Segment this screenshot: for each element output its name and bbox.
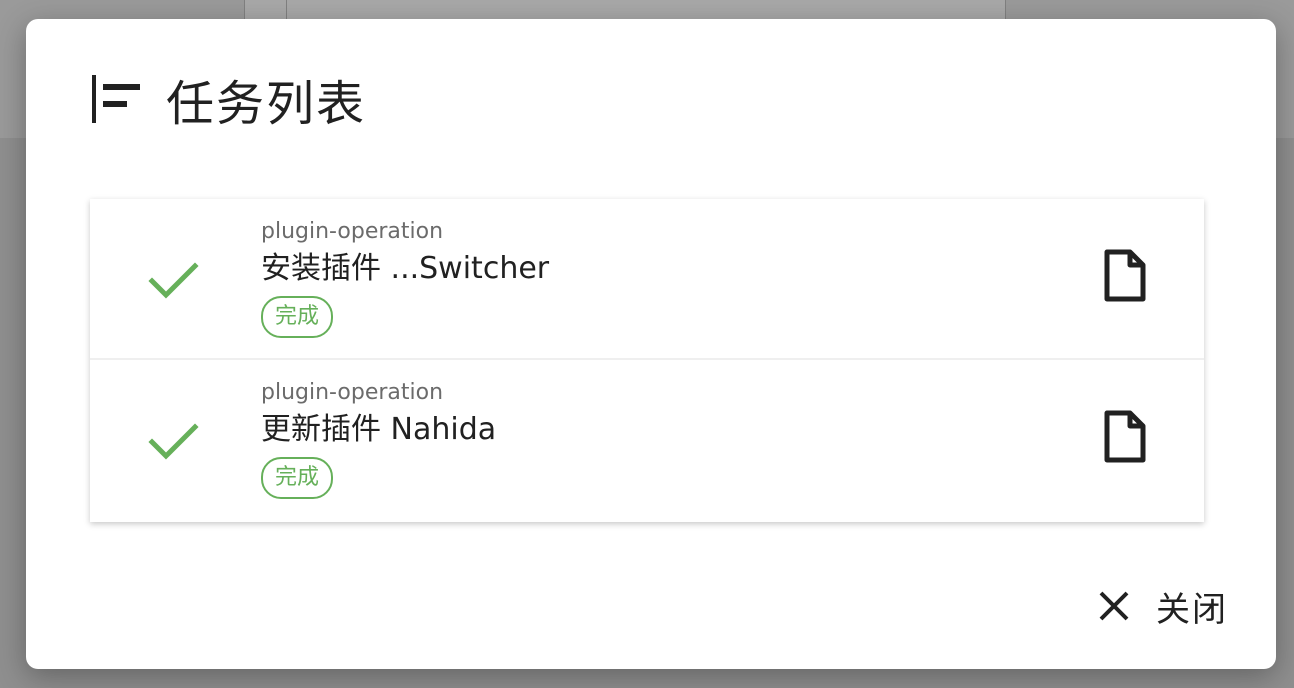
background-sheet <box>244 0 1006 20</box>
task-title: 安装插件 ...Switcher <box>261 251 550 286</box>
dialog-header: 任务列表 <box>90 69 366 132</box>
status-badge: 完成 <box>261 296 334 338</box>
task-item: plugin-operation 安装插件 ...Switcher 完成 <box>90 199 1204 360</box>
background-divider <box>286 0 287 20</box>
check-icon <box>148 415 200 467</box>
view-log-button[interactable] <box>1094 408 1156 470</box>
sort-bars-icon <box>90 73 142 125</box>
task-type: plugin-operation <box>261 380 444 405</box>
task-list: plugin-operation 安装插件 ...Switcher 完成 plu… <box>90 199 1204 522</box>
task-list-dialog: 任务列表 plugin-operation 安装插件 ...Switcher 完… <box>26 19 1276 669</box>
close-label: 关闭 <box>1156 589 1228 630</box>
dialog-title: 任务列表 <box>166 76 367 132</box>
view-log-button[interactable] <box>1094 247 1156 309</box>
file-icon <box>1103 249 1147 307</box>
task-content: plugin-operation 安装插件 ...Switcher 完成 <box>261 217 549 338</box>
task-item: plugin-operation 更新插件 Nahida 完成 <box>90 360 1204 522</box>
task-content: plugin-operation 更新插件 Nahida 完成 <box>261 378 496 499</box>
close-icon <box>1094 586 1134 626</box>
task-type: plugin-operation <box>261 219 444 244</box>
check-icon <box>148 254 200 306</box>
close-button[interactable]: 关闭 <box>1094 581 1228 631</box>
file-icon <box>1103 410 1147 468</box>
task-title: 更新插件 Nahida <box>261 412 497 447</box>
status-badge: 完成 <box>261 457 334 499</box>
